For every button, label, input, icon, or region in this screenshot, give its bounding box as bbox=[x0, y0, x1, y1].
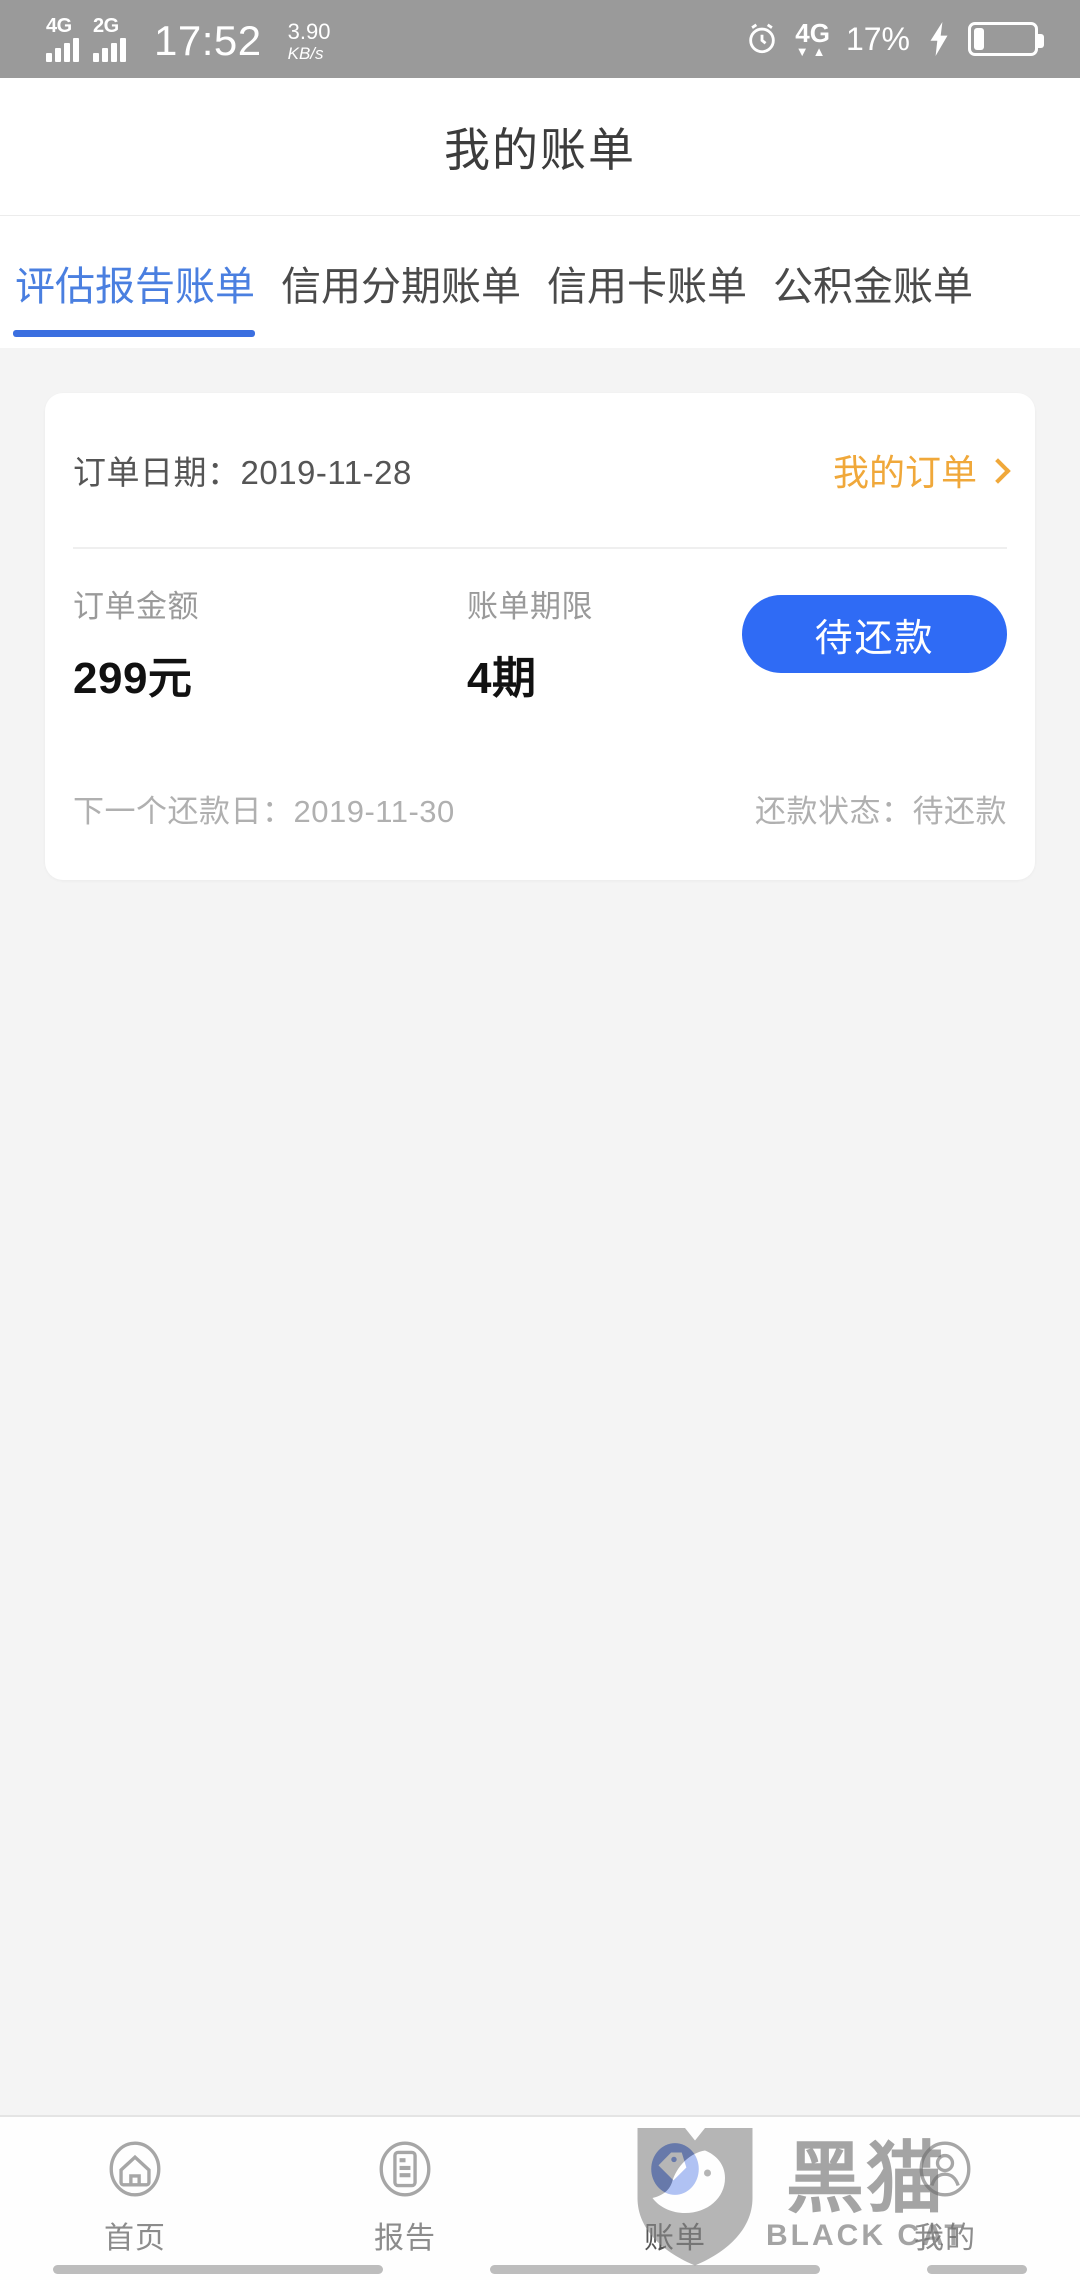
order-date: 订单日期：2019-11-28 bbox=[73, 454, 412, 491]
bill-card-detail-row: 订单金额 299元 账单期限 4期 待还款 bbox=[45, 547, 1035, 747]
tab-active-underline bbox=[13, 330, 255, 337]
bill-card[interactable]: 订单日期：2019-11-28 我的订单 订单金额 299元 账单期限 4期 待… bbox=[45, 393, 1035, 880]
nav-item-bill[interactable]: 账单 bbox=[540, 2117, 810, 2280]
signal-indicator-2: 2G bbox=[93, 16, 126, 62]
my-orders-label: 我的订单 bbox=[832, 452, 977, 493]
signal-bars-1-icon bbox=[46, 38, 79, 62]
alarm-clock-icon bbox=[745, 22, 779, 56]
nav-label: 报告 bbox=[374, 2222, 436, 2255]
network-speed-value: 3.90 bbox=[287, 19, 331, 44]
battery-percent-label: 17% bbox=[845, 21, 910, 57]
status-bar-right: 4G ▼▲ 17% bbox=[745, 20, 1044, 58]
tab-label: 信用卡账单 bbox=[547, 264, 747, 309]
signal-bars-2-icon bbox=[93, 38, 126, 62]
status-bar-left: 4G 2G 17:52 3.90 KB/s bbox=[46, 16, 330, 62]
bill-tag-icon bbox=[641, 2135, 709, 2203]
data-network-icon: 4G ▼▲ bbox=[795, 20, 830, 58]
tab-credit-card-bill[interactable]: 信用卡账单 bbox=[534, 216, 760, 349]
lightning-bolt-icon bbox=[926, 22, 952, 56]
battery-icon bbox=[968, 22, 1044, 56]
network-type-2-label: 2G bbox=[93, 15, 119, 37]
tab-label: 公积金账单 bbox=[773, 264, 973, 309]
phone-screen: 4G 2G 17:52 3.90 KB/s 4G ▼▲ 17% 我的账单 评估报… bbox=[0, 0, 1080, 2280]
chevron-right-icon bbox=[985, 458, 1011, 484]
next-repayment-date: 下一个还款日：2019-11-30 bbox=[73, 793, 455, 829]
signal-indicator-1: 4G bbox=[46, 16, 79, 62]
page-header: 我的账单 bbox=[0, 78, 1080, 215]
nav-label: 我的 bbox=[914, 2222, 976, 2255]
order-amount-block: 订单金额 299元 bbox=[73, 581, 199, 706]
pending-repayment-button[interactable]: 待还款 bbox=[742, 595, 1007, 673]
tab-housing-fund-bill[interactable]: 公积金账单 bbox=[760, 216, 986, 349]
my-orders-link[interactable]: 我的订单 bbox=[832, 444, 1011, 496]
order-amount-value: 299元 bbox=[73, 654, 193, 703]
bill-term-label: 账单期限 bbox=[467, 589, 593, 624]
status-bar: 4G 2G 17:52 3.90 KB/s 4G ▼▲ 17% bbox=[0, 0, 1080, 78]
bill-card-footer-row: 下一个还款日：2019-11-30 还款状态：待还款 bbox=[45, 753, 1035, 863]
tab-bar: 评估报告账单 信用分期账单 信用卡账单 公积金账单 bbox=[0, 215, 1080, 348]
bottom-navigation-bar: 首页 报告 账单 我的 bbox=[0, 2115, 1080, 2280]
network-type-1-label: 4G bbox=[46, 15, 72, 37]
tab-assessment-report-bill[interactable]: 评估报告账单 bbox=[0, 216, 268, 349]
nav-item-home[interactable]: 首页 bbox=[0, 2117, 270, 2280]
bill-card-header-row: 订单日期：2019-11-28 我的订单 bbox=[45, 393, 1035, 547]
bill-term-block: 账单期限 4期 bbox=[467, 581, 593, 706]
home-indicator bbox=[0, 2262, 1080, 2276]
status-bar-clock: 17:52 bbox=[154, 17, 262, 64]
home-icon bbox=[101, 2135, 169, 2203]
tab-label: 信用分期账单 bbox=[281, 264, 521, 309]
nav-label: 首页 bbox=[104, 2222, 166, 2255]
tab-credit-installment-bill[interactable]: 信用分期账单 bbox=[268, 216, 534, 349]
network-speed-unit: KB/s bbox=[287, 44, 324, 63]
bill-term-value: 4期 bbox=[467, 654, 537, 703]
nav-label: 账单 bbox=[644, 2222, 706, 2255]
tab-label: 评估报告账单 bbox=[15, 264, 255, 309]
report-document-icon bbox=[371, 2135, 439, 2203]
nav-item-profile[interactable]: 我的 bbox=[810, 2117, 1080, 2280]
data-arrows-icon: ▼▲ bbox=[795, 44, 830, 59]
order-amount-label: 订单金额 bbox=[73, 589, 199, 624]
user-profile-icon bbox=[911, 2135, 979, 2203]
data-network-label: 4G bbox=[795, 18, 830, 48]
page-title: 我的账单 bbox=[444, 123, 636, 176]
network-speed: 3.90 KB/s bbox=[287, 19, 331, 63]
nav-item-report[interactable]: 报告 bbox=[270, 2117, 540, 2280]
repayment-status: 还款状态：待还款 bbox=[755, 793, 1007, 829]
